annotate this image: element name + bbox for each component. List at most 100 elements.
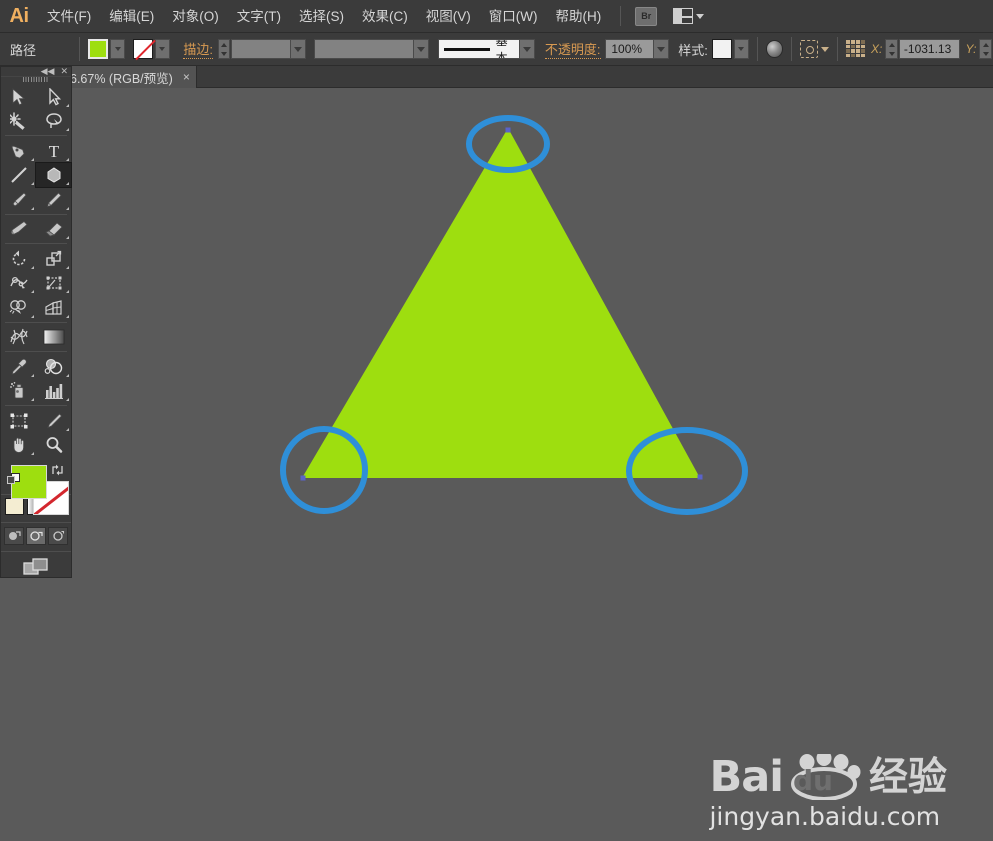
graphic-style-dropdown[interactable] [733,39,749,59]
opacity-combo[interactable]: 100% [605,39,669,59]
bridge-button[interactable]: Br [635,6,658,26]
close-icon[interactable]: × [183,70,190,84]
selection-tool[interactable] [1,84,36,109]
svg-text:T: T [48,142,59,160]
stroke-weight-label[interactable]: 描边: [183,39,213,59]
lasso-tool[interactable] [36,109,71,134]
stroke-weight-combo[interactable] [231,39,307,59]
shape-builder-tool[interactable] [1,295,36,320]
green-triangle-path[interactable] [302,128,700,478]
graphic-style-swatch[interactable] [711,39,732,59]
x-coordinate-stepper[interactable] [885,39,898,59]
artboard-canvas[interactable]: Bai du 经验 jingyan.baidu.com [0,88,993,841]
menu-help[interactable]: 帮助(H) [546,0,610,33]
column-graph-tool[interactable] [36,379,71,404]
control-divider [790,37,792,61]
draw-behind-button[interactable] [26,527,46,545]
draw-inside-button[interactable] [48,527,68,545]
stroke-swatch-group[interactable] [132,39,170,59]
tools-panel: ◀◀ ✕ T [0,66,72,578]
document-tab[interactable]: 6.67% (RGB/预览) × [66,66,197,88]
chevron-down-icon[interactable] [652,40,668,58]
graphic-style-group[interactable] [711,39,749,59]
stroke-color-swatch[interactable] [132,39,153,59]
menu-object[interactable]: 对象(O) [163,0,228,33]
style-label: 样式: [678,42,708,58]
eraser-tool[interactable] [36,217,71,242]
fill-swatch-group[interactable] [88,39,126,59]
free-transform-tool[interactable] [36,271,71,296]
pen-tool[interactable] [1,138,36,163]
recolor-artwork-icon[interactable] [765,40,783,58]
fill-swatch-dropdown[interactable] [110,39,126,59]
control-panel: 路径 描边: 基本 不透明度: 100% 样式: X: -1031.13 Y: [0,33,993,66]
screen-mode-button[interactable] [1,551,71,577]
opacity-label[interactable]: 不透明度: [544,39,601,59]
slice-tool[interactable] [36,408,71,433]
opacity-value[interactable]: 100% [606,40,652,58]
control-divider [836,37,838,61]
line-segment-tool[interactable] [1,163,36,188]
arrange-documents-icon [673,8,694,24]
anchor-point-bottom-left[interactable] [300,475,306,481]
scale-tool[interactable] [36,246,71,271]
menu-view[interactable]: 视图(V) [417,0,480,33]
mesh-tool[interactable] [1,325,36,350]
direct-selection-tool[interactable] [36,84,71,109]
menu-edit[interactable]: 编辑(E) [100,0,163,33]
menu-file[interactable]: 文件(F) [38,0,100,33]
transform-icon [799,40,818,58]
fill-color-swatch[interactable] [88,39,109,59]
blob-brush-tool[interactable] [1,217,36,242]
brush-definition-combo[interactable]: 基本 [438,39,536,59]
chevron-down-icon[interactable] [519,40,535,58]
polygon-tool[interactable] [35,162,72,189]
chevron-down-icon[interactable] [412,40,428,58]
menu-effect[interactable]: 效果(C) [353,0,417,33]
selection-type-label: 路径 [10,42,37,58]
anchor-point-bottom-right[interactable] [697,474,703,480]
stroke-profile-value [315,40,413,58]
hand-tool[interactable] [1,433,36,458]
swap-fill-stroke-icon[interactable] [51,463,65,477]
tools-panel-header[interactable]: ◀◀ ✕ [1,67,71,77]
magic-wand-tool[interactable] [1,109,36,134]
stroke-swatch-dropdown[interactable] [154,39,170,59]
stroke-weight-stepper[interactable] [217,39,231,59]
close-icon[interactable]: ✕ [60,67,68,76]
align-panel-icon[interactable] [845,40,865,58]
gradient-tool[interactable] [36,325,71,350]
eyedropper-tool[interactable] [1,354,36,379]
menu-window[interactable]: 窗口(W) [480,0,547,33]
transform-panel-button[interactable] [799,40,829,58]
width-tool[interactable] [1,271,36,296]
arrange-documents-button[interactable] [673,8,705,24]
y-coordinate-stepper[interactable] [979,39,992,59]
chevron-down-icon[interactable] [290,40,306,58]
menu-type[interactable]: 文字(T) [228,0,290,33]
pencil-tool[interactable] [36,187,71,212]
control-divider [756,37,758,61]
x-coordinate-input[interactable]: -1031.13 [898,39,960,59]
stroke-profile-combo[interactable] [313,39,429,59]
anchor-point-apex[interactable] [505,127,511,133]
default-fill-stroke-icon[interactable] [7,472,21,486]
illustrator-window: Ai 文件(F) 编辑(E) 对象(O) 文字(T) 选择(S) 效果(C) 视… [0,0,993,841]
symbol-sprayer-tool[interactable] [1,379,36,404]
artboard-tool[interactable] [1,408,36,433]
color-mode-button[interactable] [4,498,24,515]
stroke-preview-line [444,47,490,51]
type-tool[interactable]: T [36,138,71,163]
menu-select[interactable]: 选择(S) [290,0,353,33]
menu-bar: Ai 文件(F) 编辑(E) 对象(O) 文字(T) 选择(S) 效果(C) 视… [0,0,993,33]
brush-definition-preview: 基本 [439,40,519,58]
blend-tool[interactable] [36,354,71,379]
app-logo-icon: Ai [9,4,30,27]
paintbrush-tool[interactable] [1,187,36,212]
zoom-tool[interactable] [36,433,71,458]
rotate-tool[interactable] [1,246,36,271]
perspective-grid-tool[interactable] [36,295,71,320]
draw-normal-button[interactable] [4,527,24,545]
collapse-icon[interactable]: ◀◀ [41,67,55,76]
x-coordinate-label: X: [871,42,883,56]
